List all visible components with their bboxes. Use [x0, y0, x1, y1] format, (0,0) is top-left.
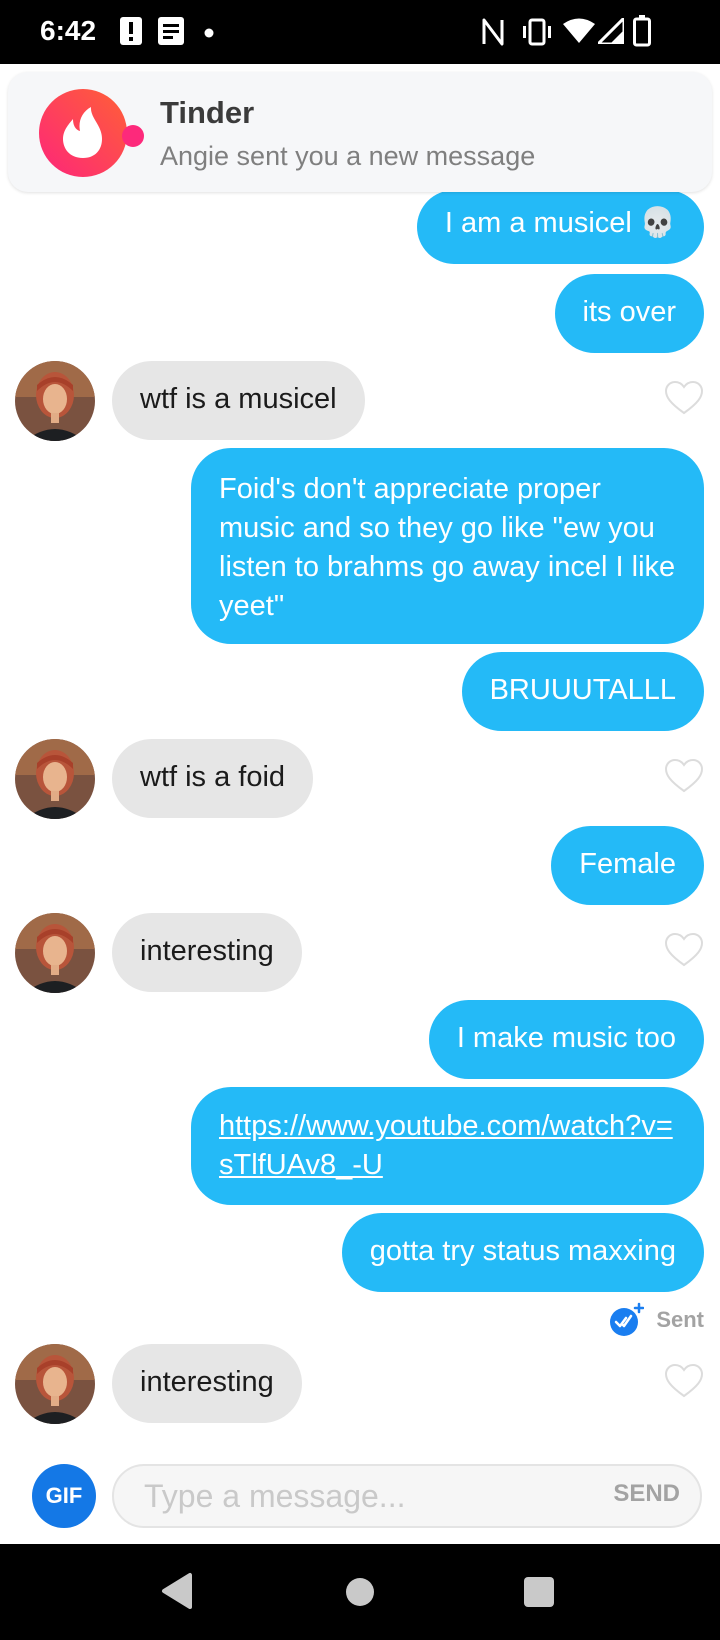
gif-button[interactable]: GIF: [32, 1464, 96, 1528]
match-avatar[interactable]: [15, 1344, 95, 1424]
message-link-bubble[interactable]: https://www.youtube.com/watch?v=sTlfUAv8…: [191, 1087, 704, 1205]
message-bubble-outgoing[interactable]: gotta try status maxxing: [341, 1213, 704, 1292]
message-text: interesting: [140, 1366, 274, 1398]
like-heart-icon[interactable]: [664, 758, 704, 794]
message-text: BRUUUTALLL: [489, 674, 676, 706]
message-bubble-outgoing[interactable]: its over: [554, 274, 704, 353]
message-text: Female: [579, 848, 676, 880]
message-bubble-incoming[interactable]: interesting: [112, 1344, 302, 1423]
match-avatar[interactable]: [15, 361, 95, 441]
double-check-icon: [610, 1302, 645, 1336]
read-receipt: Sent: [608, 1302, 704, 1338]
navigation-bar: [0, 1544, 720, 1640]
message-bubble-outgoing[interactable]: I am a musicel 💀: [416, 190, 704, 264]
message-input[interactable]: [144, 1474, 564, 1518]
message-bubble-outgoing[interactable]: I make music too: [428, 1000, 704, 1079]
match-avatar[interactable]: [15, 913, 95, 993]
battery-icon: [633, 15, 651, 47]
match-avatar[interactable]: [15, 739, 95, 819]
message-text: interesting: [140, 935, 274, 967]
message-input-box[interactable]: SEND: [112, 1464, 702, 1528]
message-text: wtf is a musicel: [140, 383, 337, 415]
notification-app-name: Tinder: [160, 95, 255, 130]
message-bubble-incoming[interactable]: wtf is a foid: [112, 739, 314, 818]
message-bubble-incoming[interactable]: wtf is a musicel: [112, 361, 365, 440]
recents-icon[interactable]: [523, 1576, 555, 1608]
like-heart-icon[interactable]: [664, 932, 704, 968]
message-text: its over: [582, 296, 676, 328]
vibrate-icon: [523, 18, 551, 46]
like-heart-icon[interactable]: [664, 1363, 704, 1399]
notification-text: Angie sent you a new message: [160, 141, 536, 171]
document-icon: [158, 17, 184, 45]
message-text: I am a musicel 💀: [444, 207, 676, 239]
tinder-flame-icon: [39, 89, 144, 177]
message-bubble-outgoing[interactable]: BRUUUTALLL: [461, 652, 704, 731]
youtube-link[interactable]: https://www.youtube.com/watch?v=sTlfUAv8…: [219, 1110, 673, 1181]
sent-status-label: Sent: [656, 1307, 704, 1332]
alert-icon: [120, 17, 142, 45]
message-text: I make music too: [456, 1022, 676, 1054]
nfc-icon: [482, 18, 504, 46]
signal-icon: [598, 18, 624, 44]
dot-icon: [204, 28, 214, 38]
message-bubble-incoming[interactable]: interesting: [112, 913, 302, 992]
message-text: Foid's don't appreciate proper music and…: [219, 473, 676, 622]
status-bar: 6:42: [0, 0, 720, 64]
message-bubble-outgoing[interactable]: Foid's don't appreciate proper music and…: [191, 448, 704, 644]
message-composer: GIF SEND: [0, 1450, 720, 1544]
wifi-icon: [563, 18, 595, 43]
message-bubble-outgoing[interactable]: Female: [551, 826, 704, 905]
status-time: 6:42: [40, 15, 97, 46]
back-icon[interactable]: [160, 1572, 194, 1610]
chat-thread[interactable]: I am a musicel 💀 its over wtf is a music…: [0, 0, 720, 1450]
send-button[interactable]: SEND: [613, 1480, 680, 1508]
like-heart-icon[interactable]: [664, 380, 704, 416]
message-text: gotta try status maxxing: [369, 1235, 676, 1267]
message-text: wtf is a foid: [140, 761, 286, 793]
home-icon[interactable]: [344, 1576, 376, 1608]
push-notification[interactable]: Tinder Angie sent you a new message: [8, 72, 712, 192]
